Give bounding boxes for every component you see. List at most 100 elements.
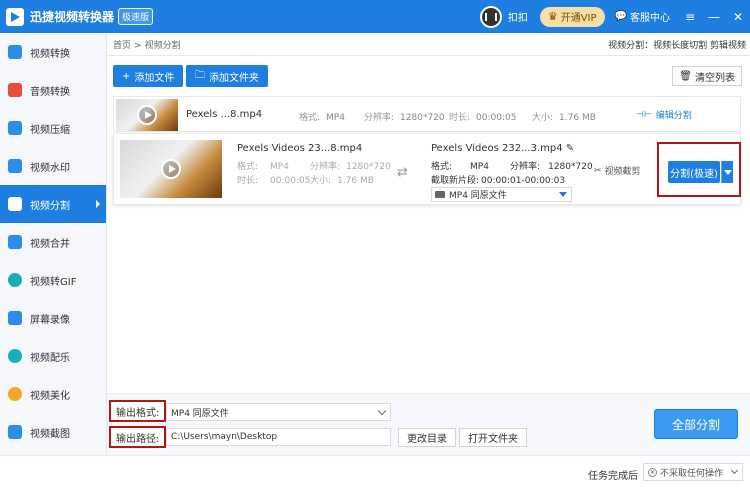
- avatar-icon: [484, 12, 497, 21]
- app-logo-icon: [6, 7, 24, 26]
- video-compress-icon: [8, 121, 22, 135]
- edit-split-label: 编辑分割: [655, 111, 692, 121]
- vip-button[interactable]: ♛ 开通VIP: [539, 6, 605, 27]
- sidebar-item-video-split[interactable]: 视频分割: [0, 185, 106, 223]
- plus-icon: +: [122, 70, 131, 82]
- breadcrumb-current: 视频分割: [144, 41, 181, 51]
- video-convert-icon: [8, 45, 22, 59]
- edit-split-link[interactable]: ⊣⊢ 编辑分割: [636, 108, 692, 122]
- chevron-down-icon: [377, 406, 387, 416]
- output-format-value: MP4 同原文件: [449, 191, 507, 201]
- video-crop-label: 视频截剪: [604, 167, 641, 177]
- breadcrumb-separator: >: [134, 41, 142, 51]
- sidebar-item-video-convert[interactable]: 视频转换: [0, 33, 106, 71]
- open-folder-button[interactable]: 打开文件夹: [459, 428, 527, 447]
- caret-down-icon: [559, 192, 567, 197]
- split-options-dropdown[interactable]: [721, 161, 733, 183]
- account-link[interactable]: 扣扣: [508, 9, 528, 24]
- sidebar-item-label: 视频美化: [30, 390, 70, 402]
- split-fast-button[interactable]: 分割(极速): [668, 161, 720, 183]
- output-format-dropdown[interactable]: MP4 同原文件: [166, 403, 391, 421]
- split-highlight-box: 分割(极速): [657, 142, 741, 197]
- trash-icon: 🗑: [679, 70, 692, 82]
- sidebar-item-label: 视频分割: [30, 200, 70, 212]
- chat-bubble-icon: 💬: [614, 11, 627, 22]
- sidebar-item-audio-convert[interactable]: 音频转换: [0, 71, 106, 109]
- input-meta-line2: 时长: 00:00:05大小: 1.76 MB: [237, 176, 374, 186]
- video-split-icon: [8, 197, 22, 211]
- output-path-label: 输出路径:: [109, 426, 167, 448]
- sidebar-item-label: 视频合并: [30, 238, 70, 250]
- duration-meta: 时长: 00:00:05: [449, 113, 517, 123]
- video-thumbnail[interactable]: [120, 140, 222, 198]
- shuffle-icon: ⇄: [397, 165, 408, 180]
- clear-list-label: 清空列表: [695, 72, 735, 84]
- output-format-select[interactable]: MP4 同原文件: [431, 187, 572, 202]
- play-icon: [137, 105, 157, 125]
- video-merge-icon: [8, 235, 22, 249]
- sidebar-item-label: 视频转GIF: [30, 276, 77, 288]
- no-action-icon: ✕: [648, 467, 657, 477]
- crown-icon: ♛: [547, 10, 558, 23]
- input-meta-line1: 格式: MP4 分辨率: 1280*720: [237, 162, 391, 172]
- add-file-label: 添加文件: [134, 72, 175, 84]
- add-folder-button[interactable]: 🗀 添加文件夹: [186, 65, 268, 87]
- split-all-button[interactable]: 全部分割: [654, 409, 738, 439]
- file-name: Pexels ...8.mp4: [186, 109, 263, 120]
- change-directory-button[interactable]: 更改目录: [398, 428, 456, 447]
- video-watermark-icon: [8, 159, 22, 173]
- beautify-icon: [8, 387, 22, 401]
- resolution-meta: 分辨率: 1280*720: [364, 113, 445, 123]
- clear-list-button[interactable]: 🗑 清空列表: [672, 66, 742, 86]
- split-edit-icon: ⊣⊢: [636, 109, 652, 120]
- sidebar: 视频转换 音频转换 视频压缩 视频水印 视频分割 视频合并 视频转GIF 屏幕录…: [0, 33, 107, 455]
- service-center-link[interactable]: 💬 客服中心: [615, 9, 670, 24]
- sidebar-item-video-watermark[interactable]: 视频水印: [0, 147, 106, 185]
- after-completion-select[interactable]: ✕ 不采取任何操作: [643, 463, 743, 481]
- video-thumbnail[interactable]: [116, 99, 178, 131]
- edition-badge: 极速版: [118, 8, 154, 25]
- add-file-button[interactable]: + 添加文件: [113, 65, 184, 87]
- close-icon[interactable]: ✕: [726, 10, 750, 24]
- pencil-icon[interactable]: ✎: [566, 143, 574, 154]
- feature-hint: 视频分割：视频长度切割 剪辑视频: [608, 41, 746, 51]
- sidebar-item-label: 视频转换: [30, 48, 70, 60]
- sidebar-item-label: 视频配乐: [30, 352, 70, 364]
- minimize-icon[interactable]: —: [702, 10, 726, 24]
- file-row-original[interactable]: Pexels ...8.mp4 格式: MP4 分辨率: 1280*720 时长: 0…: [113, 96, 741, 132]
- clip-range: 截取新片段: 00:00:01-00:00:03: [431, 176, 566, 186]
- file-row-segment[interactable]: Pexels Videos 23...8.mp4 格式: MP4 分辨率: 1280*…: [113, 133, 741, 205]
- app-title: 迅捷视频转换器: [30, 10, 115, 24]
- sidebar-item-screen-record[interactable]: 屏幕录像: [0, 299, 106, 337]
- output-file-name: Pexels Videos 232...3.mp4 ✎: [431, 143, 575, 154]
- sidebar-item-video-beautify[interactable]: 视频美化: [0, 375, 106, 413]
- screen-record-icon: [8, 311, 22, 325]
- add-folder-label: 添加文件夹: [209, 72, 259, 84]
- service-label: 客服中心: [630, 13, 670, 24]
- sidebar-item-label: 视频压缩: [30, 124, 70, 136]
- user-avatar[interactable]: [479, 5, 502, 28]
- screenshot-icon: [8, 425, 22, 439]
- folder-icon: 🗀: [195, 69, 205, 81]
- chevron-down-icon: [730, 466, 739, 475]
- breadcrumb-home[interactable]: 首页: [113, 41, 131, 51]
- output-meta-line1: 格式: MP4 分辨率: 1280*720: [431, 162, 593, 172]
- sidebar-item-video-compress[interactable]: 视频压缩: [0, 109, 106, 147]
- after-completion-label: 任务完成后: [588, 471, 638, 482]
- output-path-field[interactable]: C:\Users\mayn\Desktop: [166, 428, 391, 446]
- video-format-icon: [435, 191, 445, 198]
- play-icon: [161, 159, 181, 179]
- vip-button-label: 开通VIP: [560, 13, 597, 24]
- format-meta: 格式: MP4: [299, 113, 345, 123]
- sidebar-item-label: 视频水印: [30, 162, 70, 174]
- sidebar-item-video-screenshot[interactable]: 视频截图: [0, 413, 106, 451]
- sidebar-item-video-to-gif[interactable]: 视频转GIF: [0, 261, 106, 299]
- menu-icon[interactable]: ≡: [678, 10, 702, 24]
- sidebar-item-label: 视频截图: [30, 428, 70, 440]
- video-crop-link[interactable]: ✂ 视频截剪: [594, 164, 641, 178]
- audio-convert-icon: [8, 83, 22, 97]
- sidebar-item-video-merge[interactable]: 视频合并: [0, 223, 106, 261]
- sidebar-item-video-music[interactable]: 视频配乐: [0, 337, 106, 375]
- file-name: Pexels Videos 23...8.mp4: [237, 143, 363, 154]
- gif-icon: [8, 273, 22, 287]
